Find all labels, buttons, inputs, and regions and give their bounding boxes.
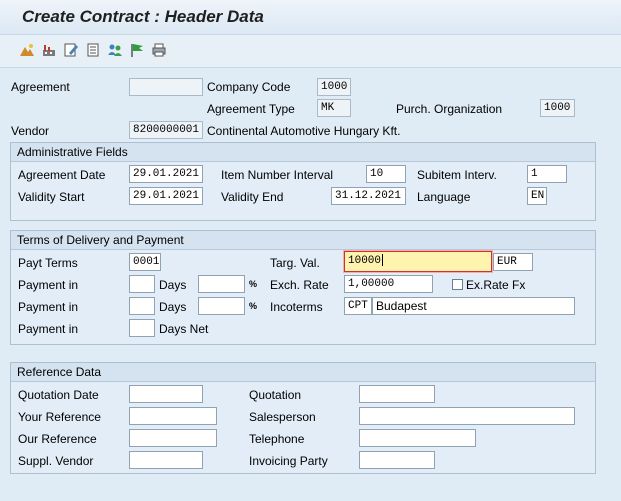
purch-org-field[interactable]: 1000: [540, 99, 575, 117]
our-reference-field[interactable]: [129, 429, 217, 447]
terms-heading: Terms of Delivery and Payment: [11, 231, 595, 250]
agreement-date-label: Agreement Date: [18, 168, 106, 182]
payment-in-label-1: Payment in: [18, 278, 79, 292]
exch-rate-field[interactable]: 1,00000: [344, 275, 433, 293]
language-field[interactable]: EN: [527, 187, 547, 205]
exrate-fx-checkbox[interactable]: [452, 279, 463, 290]
days-net-label: Days Net: [159, 322, 209, 336]
your-reference-label: Your Reference: [18, 410, 101, 424]
quotation-field[interactable]: [359, 385, 435, 403]
payment-in-label-2: Payment in: [18, 300, 79, 314]
suppl-vendor-label: Suppl. Vendor: [18, 454, 94, 468]
administrative-fields-heading: Administrative Fields: [11, 143, 595, 162]
vendor-label: Vendor: [11, 124, 50, 138]
payment-percent-2-field[interactable]: [198, 297, 245, 315]
salesperson-label: Salesperson: [249, 410, 316, 424]
page-title: Create Contract : Header Data: [22, 7, 264, 26]
company-code-label: Company Code: [207, 80, 291, 94]
purch-org-label: Purch. Organization: [396, 102, 503, 116]
mountain-icon[interactable]: [18, 41, 36, 59]
vendor-field[interactable]: 8200000001: [129, 121, 203, 139]
targ-val-value: 10000: [348, 255, 382, 267]
flag-icon[interactable]: [128, 41, 146, 59]
incoterms-label: Incoterms: [270, 300, 323, 314]
salesperson-field[interactable]: [359, 407, 575, 425]
application-toolbar: [0, 35, 621, 68]
telephone-label: Telephone: [249, 432, 305, 446]
document-icon[interactable]: [84, 41, 102, 59]
invoicing-party-label: Invoicing Party: [249, 454, 328, 468]
your-reference-field[interactable]: [129, 407, 217, 425]
payment-days-1-field[interactable]: [129, 275, 155, 293]
percent-symbol-2: %: [249, 301, 258, 311]
reference-data-heading: Reference Data: [11, 363, 595, 382]
targ-val-field[interactable]: 10000: [344, 251, 492, 272]
agreement-label: Agreement: [11, 80, 70, 94]
partners-icon[interactable]: [106, 41, 124, 59]
agreement-type-label: Agreement Type: [207, 102, 295, 116]
company-code-field[interactable]: 1000: [317, 78, 351, 96]
validity-start-label: Validity Start: [18, 190, 85, 204]
days-label-2: Days: [159, 300, 187, 314]
validity-end-label: Validity End: [221, 190, 284, 204]
incoterms-place-field[interactable]: Budapest: [372, 297, 575, 315]
quotation-label: Quotation: [249, 388, 302, 402]
agreement-type-field[interactable]: MK: [317, 99, 351, 117]
factory-icon[interactable]: [40, 41, 58, 59]
edit-icon[interactable]: [62, 41, 80, 59]
item-interval-field[interactable]: 10: [366, 165, 406, 183]
invoicing-party-field[interactable]: [359, 451, 435, 469]
item-interval-label: Item Number Interval: [221, 168, 334, 182]
title-bar: Create Contract : Header Data: [0, 0, 621, 35]
validity-start-field[interactable]: 29.01.2021: [129, 187, 203, 205]
printer-icon[interactable]: [150, 41, 168, 59]
targ-val-label: Targ. Val.: [270, 256, 320, 270]
exrate-fx-label: Ex.Rate Fx: [466, 278, 526, 292]
agreement-date-field[interactable]: 29.01.2021: [129, 165, 203, 183]
payment-days-2-field[interactable]: [129, 297, 155, 315]
payment-days-net-field[interactable]: [129, 319, 155, 337]
language-label: Language: [417, 190, 471, 204]
payment-percent-1-field[interactable]: [198, 275, 245, 293]
subitem-interval-field[interactable]: 1: [527, 165, 567, 183]
our-reference-label: Our Reference: [18, 432, 97, 446]
payment-in-label-3: Payment in: [18, 322, 79, 336]
days-label-1: Days: [159, 278, 187, 292]
subitem-interval-label: Subitem Interv.: [417, 168, 497, 182]
payt-terms-label: Payt Terms: [18, 256, 78, 270]
payt-terms-field[interactable]: 0001: [129, 253, 161, 271]
validity-end-field[interactable]: 31.12.2021: [331, 187, 406, 205]
currency-field[interactable]: EUR: [493, 253, 533, 271]
percent-symbol-1: %: [249, 279, 258, 289]
agreement-field[interactable]: [129, 78, 203, 96]
incoterms-code-field[interactable]: CPT: [344, 297, 372, 315]
vendor-name: Continental Automotive Hungary Kft.: [207, 124, 401, 138]
exch-rate-label: Exch. Rate: [270, 278, 329, 292]
suppl-vendor-field[interactable]: [129, 451, 203, 469]
quotation-date-field[interactable]: [129, 385, 203, 403]
quotation-date-label: Quotation Date: [18, 388, 99, 402]
text-cursor: [382, 254, 384, 267]
telephone-field[interactable]: [359, 429, 476, 447]
